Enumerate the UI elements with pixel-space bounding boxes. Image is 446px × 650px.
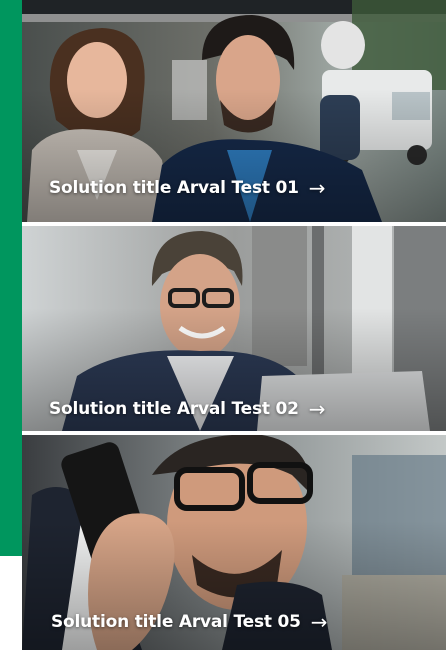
solutions-list: Solution title Arval Test 01 → Solution …: [0, 0, 446, 650]
solution-card-01[interactable]: Solution title Arval Test 01 →: [22, 0, 446, 222]
solution-card-label[interactable]: Solution title Arval Test 02 →: [49, 397, 326, 421]
image-shade: [22, 88, 446, 222]
accent-bar: [0, 0, 22, 556]
solution-card-02[interactable]: Solution title Arval Test 02 →: [22, 226, 446, 431]
solution-card-label[interactable]: Solution title Arval Test 01 →: [49, 176, 326, 200]
solution-card-label[interactable]: Solution title Arval Test 05 →: [51, 610, 328, 634]
arrow-right-icon: →: [308, 397, 326, 421]
solution-card-title: Solution title Arval Test 05: [51, 612, 301, 632]
arrow-right-icon: →: [310, 610, 328, 634]
solution-card-title: Solution title Arval Test 02: [49, 399, 299, 419]
solution-card-05[interactable]: Solution title Arval Test 05 →: [22, 435, 446, 650]
arrow-right-icon: →: [308, 176, 326, 200]
solution-card-title: Solution title Arval Test 01: [49, 178, 299, 198]
